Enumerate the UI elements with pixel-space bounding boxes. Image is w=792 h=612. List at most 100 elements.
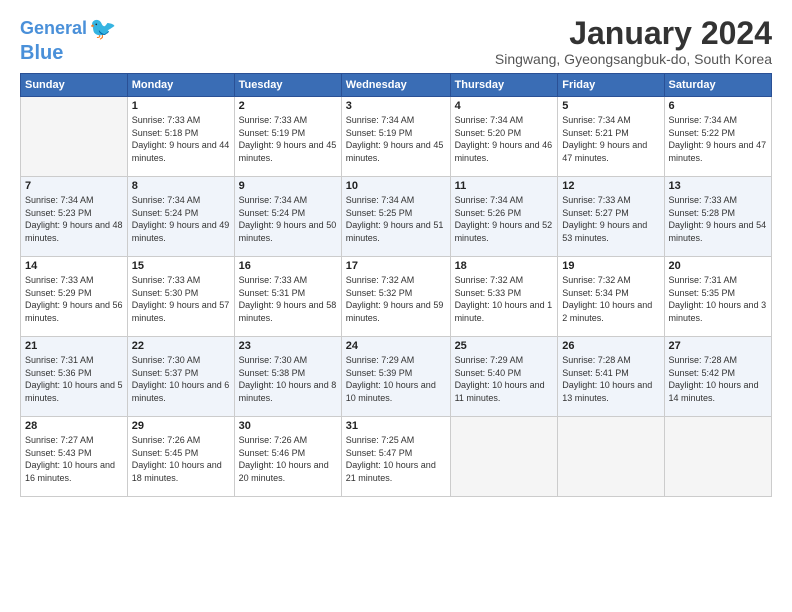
day-number: 31 xyxy=(346,420,446,432)
page-container: General 🐦 Blue January 2024 Singwang, Gy… xyxy=(0,0,792,507)
day-info: Sunrise: 7:34 AMSunset: 5:23 PMDaylight:… xyxy=(25,194,123,244)
day-number: 21 xyxy=(25,340,123,352)
table-row: 26 Sunrise: 7:28 AMSunset: 5:41 PMDayligh… xyxy=(558,337,664,417)
day-info: Sunrise: 7:33 AMSunset: 5:29 PMDaylight:… xyxy=(25,274,123,324)
day-number: 25 xyxy=(455,340,554,352)
day-number: 8 xyxy=(132,180,230,192)
day-info: Sunrise: 7:33 AMSunset: 5:18 PMDaylight:… xyxy=(132,114,230,164)
day-info: Sunrise: 7:32 AMSunset: 5:34 PMDaylight:… xyxy=(562,274,659,324)
day-info: Sunrise: 7:32 AMSunset: 5:32 PMDaylight:… xyxy=(346,274,446,324)
day-info: Sunrise: 7:26 AMSunset: 5:46 PMDaylight:… xyxy=(239,434,337,484)
table-row: 25 Sunrise: 7:29 AMSunset: 5:40 PMDayligh… xyxy=(450,337,558,417)
day-info: Sunrise: 7:29 AMSunset: 5:39 PMDaylight:… xyxy=(346,354,446,404)
table-row: 4Sunrise: 7:34 AMSunset: 5:20 PMDaylight… xyxy=(450,97,558,177)
day-info: Sunrise: 7:34 AMSunset: 5:21 PMDaylight:… xyxy=(562,114,659,164)
col-saturday: Saturday xyxy=(664,74,771,97)
day-number: 3 xyxy=(346,100,446,112)
table-row: 6Sunrise: 7:34 AMSunset: 5:22 PMDaylight… xyxy=(664,97,771,177)
day-info: Sunrise: 7:27 AMSunset: 5:43 PMDaylight:… xyxy=(25,434,123,484)
day-info: Sunrise: 7:33 AMSunset: 5:30 PMDaylight:… xyxy=(132,274,230,324)
table-row: 16 Sunrise: 7:33 AMSunset: 5:31 PMDayligh… xyxy=(234,257,341,337)
table-row: 12 Sunrise: 7:33 AMSunset: 5:27 PMDayligh… xyxy=(558,177,664,257)
col-sunday: Sunday xyxy=(21,74,128,97)
day-number: 1 xyxy=(132,100,230,112)
table-row: 18Sunrise: 7:32 AMSunset: 5:33 PMDayligh… xyxy=(450,257,558,337)
table-row: 24 Sunrise: 7:29 AMSunset: 5:39 PMDayligh… xyxy=(341,337,450,417)
day-number: 30 xyxy=(239,420,337,432)
day-number: 29 xyxy=(132,420,230,432)
day-number: 2 xyxy=(239,100,337,112)
day-number: 20 xyxy=(669,260,767,272)
table-row xyxy=(450,417,558,497)
col-tuesday: Tuesday xyxy=(234,74,341,97)
title-block: January 2024 Singwang, Gyeongsangbuk-do,… xyxy=(495,16,772,67)
day-number: 13 xyxy=(669,180,767,192)
table-row: 22 Sunrise: 7:30 AMSunset: 5:37 PMDayligh… xyxy=(127,337,234,417)
logo: General 🐦 Blue xyxy=(20,16,116,64)
day-info: Sunrise: 7:34 AMSunset: 5:26 PMDaylight:… xyxy=(455,194,554,244)
table-row xyxy=(664,417,771,497)
day-number: 26 xyxy=(562,340,659,352)
day-number: 5 xyxy=(562,100,659,112)
table-row: 17Sunrise: 7:32 AMSunset: 5:32 PMDayligh… xyxy=(341,257,450,337)
table-row: 31 Sunrise: 7:25 AMSunset: 5:47 PMDayligh… xyxy=(341,417,450,497)
table-row: 1 Sunrise: 7:33 AMSunset: 5:18 PMDaylight… xyxy=(127,97,234,177)
day-number: 24 xyxy=(346,340,446,352)
table-row: 29Sunrise: 7:26 AMSunset: 5:45 PMDayligh… xyxy=(127,417,234,497)
table-row: 21 Sunrise: 7:31 AMSunset: 5:36 PMDayligh… xyxy=(21,337,128,417)
day-info: Sunrise: 7:33 AMSunset: 5:19 PMDaylight:… xyxy=(239,114,337,164)
table-row xyxy=(21,97,128,177)
table-row: 13 Sunrise: 7:33 AMSunset: 5:28 PMDayligh… xyxy=(664,177,771,257)
table-row: 11Sunrise: 7:34 AMSunset: 5:26 PMDayligh… xyxy=(450,177,558,257)
day-info: Sunrise: 7:34 AMSunset: 5:19 PMDaylight:… xyxy=(346,114,446,164)
table-row xyxy=(558,417,664,497)
calendar-week-row: 28 Sunrise: 7:27 AMSunset: 5:43 PMDayligh… xyxy=(21,417,772,497)
table-row: 8 Sunrise: 7:34 AMSunset: 5:24 PMDaylight… xyxy=(127,177,234,257)
day-number: 16 xyxy=(239,260,337,272)
table-row: 7 Sunrise: 7:34 AMSunset: 5:23 PMDaylight… xyxy=(21,177,128,257)
calendar-week-row: 1 Sunrise: 7:33 AMSunset: 5:18 PMDaylight… xyxy=(21,97,772,177)
table-row: 30 Sunrise: 7:26 AMSunset: 5:46 PMDayligh… xyxy=(234,417,341,497)
day-number: 22 xyxy=(132,340,230,352)
day-info: Sunrise: 7:33 AMSunset: 5:27 PMDaylight:… xyxy=(562,194,659,244)
day-info: Sunrise: 7:31 AMSunset: 5:36 PMDaylight:… xyxy=(25,354,123,404)
location-subtitle: Singwang, Gyeongsangbuk-do, South Korea xyxy=(495,51,772,67)
day-info: Sunrise: 7:29 AMSunset: 5:40 PMDaylight:… xyxy=(455,354,554,404)
day-info: Sunrise: 7:34 AMSunset: 5:25 PMDaylight:… xyxy=(346,194,446,244)
col-thursday: Thursday xyxy=(450,74,558,97)
day-info: Sunrise: 7:30 AMSunset: 5:38 PMDaylight:… xyxy=(239,354,337,404)
day-info: Sunrise: 7:34 AMSunset: 5:24 PMDaylight:… xyxy=(132,194,230,244)
day-number: 7 xyxy=(25,180,123,192)
table-row: 15Sunrise: 7:33 AMSunset: 5:30 PMDayligh… xyxy=(127,257,234,337)
col-wednesday: Wednesday xyxy=(341,74,450,97)
day-info: Sunrise: 7:33 AMSunset: 5:31 PMDaylight:… xyxy=(239,274,337,324)
table-row: 9 Sunrise: 7:34 AMSunset: 5:24 PMDaylight… xyxy=(234,177,341,257)
col-monday: Monday xyxy=(127,74,234,97)
table-row: 2 Sunrise: 7:33 AMSunset: 5:19 PMDaylight… xyxy=(234,97,341,177)
logo-bird-icon: 🐦 xyxy=(89,16,116,42)
day-number: 28 xyxy=(25,420,123,432)
day-info: Sunrise: 7:28 AMSunset: 5:42 PMDaylight:… xyxy=(669,354,767,404)
table-row: 3 Sunrise: 7:34 AMSunset: 5:19 PMDaylight… xyxy=(341,97,450,177)
day-number: 23 xyxy=(239,340,337,352)
table-row: 19Sunrise: 7:32 AMSunset: 5:34 PMDayligh… xyxy=(558,257,664,337)
day-info: Sunrise: 7:32 AMSunset: 5:33 PMDaylight:… xyxy=(455,274,554,324)
table-row: 10Sunrise: 7:34 AMSunset: 5:25 PMDayligh… xyxy=(341,177,450,257)
month-year-title: January 2024 xyxy=(495,16,772,51)
table-row: 5 Sunrise: 7:34 AMSunset: 5:21 PMDaylight… xyxy=(558,97,664,177)
day-number: 9 xyxy=(239,180,337,192)
day-info: Sunrise: 7:28 AMSunset: 5:41 PMDaylight:… xyxy=(562,354,659,404)
calendar-header-row: Sunday Monday Tuesday Wednesday Thursday… xyxy=(21,74,772,97)
day-number: 6 xyxy=(669,100,767,112)
calendar-week-row: 14Sunrise: 7:33 AMSunset: 5:29 PMDayligh… xyxy=(21,257,772,337)
day-info: Sunrise: 7:33 AMSunset: 5:28 PMDaylight:… xyxy=(669,194,767,244)
day-info: Sunrise: 7:34 AMSunset: 5:24 PMDaylight:… xyxy=(239,194,337,244)
table-row: 28 Sunrise: 7:27 AMSunset: 5:43 PMDayligh… xyxy=(21,417,128,497)
day-info: Sunrise: 7:30 AMSunset: 5:37 PMDaylight:… xyxy=(132,354,230,404)
header: General 🐦 Blue January 2024 Singwang, Gy… xyxy=(20,16,772,67)
day-number: 12 xyxy=(562,180,659,192)
day-info: Sunrise: 7:25 AMSunset: 5:47 PMDaylight:… xyxy=(346,434,446,484)
day-info: Sunrise: 7:31 AMSunset: 5:35 PMDaylight:… xyxy=(669,274,767,324)
table-row: 20 Sunrise: 7:31 AMSunset: 5:35 PMDayligh… xyxy=(664,257,771,337)
day-info: Sunrise: 7:34 AMSunset: 5:20 PMDaylight:… xyxy=(455,114,554,164)
